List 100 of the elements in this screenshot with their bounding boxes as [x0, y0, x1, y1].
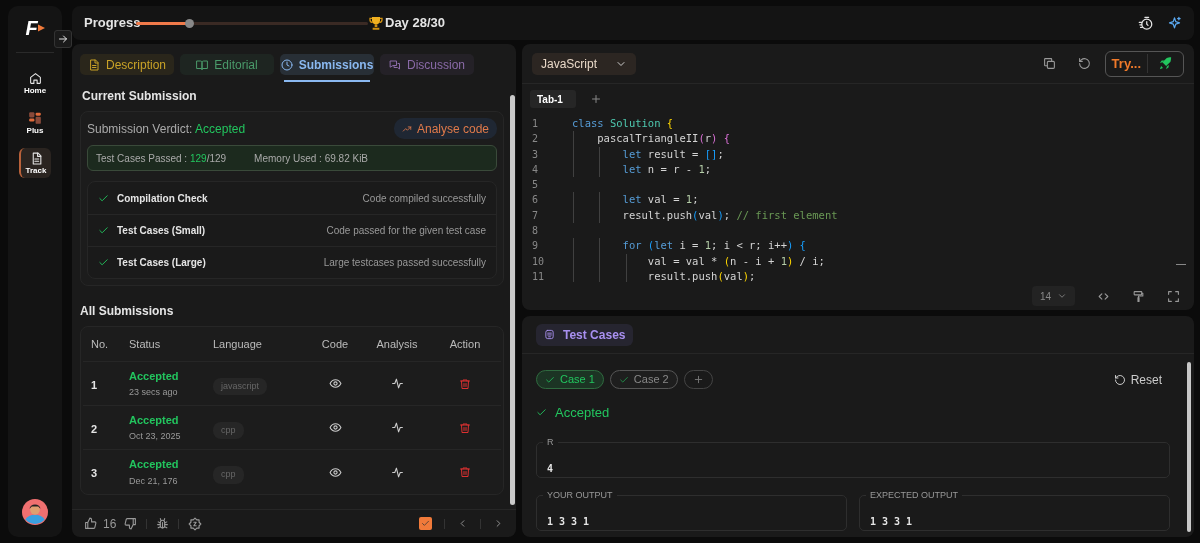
- rocket-icon: [1158, 56, 1173, 71]
- delete-button[interactable]: [459, 466, 471, 478]
- nav-item[interactable]: Track: [19, 148, 51, 178]
- analysis-button[interactable]: [390, 377, 404, 390]
- clock-icon: [280, 58, 293, 71]
- line-number: 2: [531, 132, 540, 147]
- arrow-right-icon: [57, 33, 69, 45]
- test-cases-tab[interactable]: Test Cases: [536, 323, 634, 346]
- passed-count: Test Cases Passed : 129/129: [96, 151, 227, 166]
- line-number: 8: [531, 224, 540, 239]
- plus-icon: [692, 374, 704, 385]
- delete-button[interactable]: [459, 421, 471, 434]
- timer-button[interactable]: [1138, 15, 1153, 31]
- section-heading: Current Submission: [82, 88, 198, 105]
- view-code-button[interactable]: [328, 377, 342, 390]
- analysis-button[interactable]: [390, 465, 404, 479]
- reset-icon: [1113, 373, 1126, 386]
- delete-button[interactable]: [459, 377, 471, 390]
- ai-button[interactable]: [1167, 15, 1182, 31]
- case-tab[interactable]: Case 2: [609, 370, 678, 389]
- row-number: 2: [91, 422, 98, 435]
- status-text: Accepted: [129, 368, 180, 384]
- check-detail: Code compiled successfully: [362, 191, 486, 206]
- file-tab[interactable]: Tab-1: [530, 90, 576, 108]
- badge-icon: [188, 516, 203, 531]
- code-line: result.push(val);: [646, 269, 756, 282]
- nav-item[interactable]: Plus: [19, 108, 51, 138]
- check-icon: [545, 374, 555, 385]
- try-button[interactable]: Try...: [1105, 53, 1148, 74]
- code-line: let result = [];: [621, 147, 724, 160]
- pulse-icon: [390, 421, 404, 434]
- fullscreen-icon: [1167, 289, 1180, 303]
- check-icon: [98, 225, 109, 236]
- expand-sidebar-button[interactable]: [54, 30, 72, 48]
- check-title: Test Cases (Large): [117, 256, 206, 270]
- panel-tab[interactable]: Submissions: [280, 54, 374, 75]
- thumbs-down-icon: [124, 517, 138, 530]
- trend-icon: [401, 123, 412, 134]
- column-header: Action: [448, 336, 482, 352]
- panel-tab[interactable]: Discussion: [380, 54, 474, 75]
- column-header: Analysis: [375, 336, 419, 352]
- check-icon: [98, 257, 109, 268]
- memory-used: Memory Used : 69.82 KiB: [254, 151, 369, 166]
- fullscreen-button[interactable]: [1167, 289, 1180, 303]
- sparkle-icon: [1167, 15, 1182, 31]
- analyse-button[interactable]: Analyse code: [393, 118, 497, 139]
- submission-time: Dec 21, 176: [129, 474, 179, 488]
- field-value: 1 3 3 1: [870, 515, 913, 527]
- check-icon: [421, 519, 430, 528]
- language-tag: cpp: [213, 466, 244, 484]
- code-line: let val = 1;: [621, 193, 699, 206]
- view-code-button[interactable]: [328, 465, 342, 479]
- case-tab[interactable]: Case 1: [536, 370, 604, 389]
- trash-icon: [459, 377, 471, 390]
- add-tab-button[interactable]: [590, 93, 602, 105]
- code-line: for (let i = 1; i < r; i++) {: [621, 239, 806, 252]
- avatar[interactable]: [22, 499, 48, 525]
- checkbox[interactable]: [419, 517, 432, 530]
- plus-icon: [590, 93, 602, 105]
- eye-icon: [328, 465, 342, 479]
- reset-button[interactable]: Reset: [1113, 370, 1162, 389]
- panel-tab[interactable]: Editorial: [180, 54, 274, 75]
- theme-button[interactable]: [1132, 289, 1145, 303]
- line-number: 5: [531, 178, 540, 193]
- copy-button[interactable]: [1042, 57, 1056, 70]
- view-code-button[interactable]: [328, 421, 342, 434]
- trash-icon: [459, 466, 471, 478]
- bug-icon: [156, 517, 170, 530]
- like-button[interactable]: [84, 517, 97, 530]
- dislike-button[interactable]: [124, 517, 138, 530]
- font-size-dropdown[interactable]: 14: [1031, 286, 1075, 306]
- verdict-text: Submission Verdict: Accepted: [87, 120, 246, 138]
- document-icon: [88, 58, 100, 71]
- field-value: 4: [547, 462, 554, 474]
- badge-button[interactable]: [188, 516, 203, 531]
- chat-icon: [389, 58, 401, 71]
- line-number: 9: [531, 239, 540, 254]
- line-number: 11: [531, 269, 546, 282]
- logo: F: [25, 18, 38, 38]
- language-dropdown[interactable]: JavaScript: [532, 52, 637, 75]
- like-count: 16: [103, 515, 117, 533]
- code-line: let n = r - 1;: [621, 162, 712, 175]
- nav-item[interactable]: Home: [19, 68, 51, 98]
- copy-icon: [1042, 57, 1056, 70]
- line-number: 7: [531, 208, 540, 223]
- analysis-button[interactable]: [390, 421, 404, 434]
- result-status: Accepted: [555, 404, 610, 422]
- progress-thumb[interactable]: [185, 18, 195, 28]
- timer-icon: [1138, 15, 1153, 31]
- pulse-icon: [390, 377, 404, 390]
- column-header: No.: [90, 336, 110, 352]
- panel-tab[interactable]: Description: [80, 54, 174, 75]
- submission-time: 23 secs ago: [129, 386, 179, 399]
- check-icon: [618, 374, 629, 385]
- logo-arrow-icon: [37, 24, 45, 32]
- check-detail: Large testcases passed successfully: [323, 256, 486, 270]
- report-bug-button[interactable]: [156, 517, 170, 530]
- reset-code-button[interactable]: [1077, 57, 1091, 70]
- row-number: 1: [91, 378, 98, 391]
- line-number: 10: [531, 254, 546, 269]
